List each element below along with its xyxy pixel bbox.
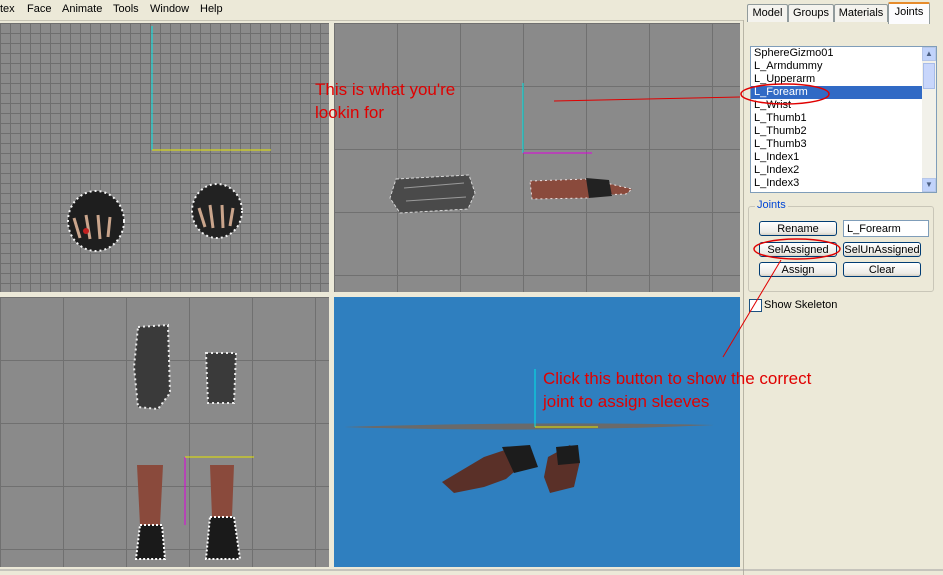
sel-assigned-button[interactable]: SelAssigned bbox=[759, 242, 837, 257]
viewport-perspective[interactable] bbox=[334, 297, 740, 567]
show-skeleton-label: Show Skeleton bbox=[764, 299, 838, 311]
viewport-side[interactable] bbox=[0, 297, 329, 567]
list-item[interactable]: L_Index3 bbox=[751, 177, 936, 190]
menu-help[interactable]: Help bbox=[200, 3, 223, 15]
tab-joints[interactable]: Joints bbox=[888, 2, 930, 24]
list-item[interactable]: L_Index2 bbox=[751, 164, 936, 177]
annotation-text-forearm-2: lookin for bbox=[315, 103, 384, 122]
joint-name-input[interactable] bbox=[843, 220, 929, 237]
annotation-text-button-1: Click this button to show the correct bbox=[543, 369, 812, 388]
menu-window[interactable]: Window bbox=[150, 3, 189, 15]
list-item[interactable]: L_Wrist bbox=[751, 99, 936, 112]
assign-button[interactable]: Assign bbox=[759, 262, 837, 277]
mesh-hand-left bbox=[67, 190, 125, 252]
tab-groups[interactable]: Groups bbox=[788, 4, 834, 22]
viewport-top[interactable] bbox=[0, 23, 329, 292]
scroll-thumb[interactable] bbox=[923, 63, 935, 89]
joints-listbox[interactable]: SphereGizmo01 L_Armdummy L_Upperarm L_Fo… bbox=[750, 46, 937, 193]
menu-tools[interactable]: Tools bbox=[113, 3, 139, 15]
annotation-text-button-2: joint to assign sleeves bbox=[543, 392, 710, 411]
annotation-text-forearm-1: This is what you're bbox=[315, 80, 456, 99]
top-view-scene bbox=[67, 26, 271, 252]
viewport-front[interactable] bbox=[334, 23, 740, 292]
list-item[interactable]: L_Upperarm bbox=[751, 73, 936, 86]
list-item[interactable]: L_Index1 bbox=[751, 151, 936, 164]
list-item[interactable]: SphereGizmo01 bbox=[751, 47, 936, 60]
tab-model[interactable]: Model bbox=[747, 4, 788, 22]
scroll-up-icon[interactable]: ▲ bbox=[922, 47, 936, 61]
menu-face[interactable]: Face bbox=[27, 3, 51, 15]
scroll-down-icon[interactable]: ▼ bbox=[922, 178, 936, 192]
clear-button[interactable]: Clear bbox=[843, 262, 921, 277]
menu-animate[interactable]: Animate bbox=[62, 3, 102, 15]
side-view-scene bbox=[132, 323, 254, 560]
show-skeleton-checkbox[interactable] bbox=[749, 299, 762, 312]
mesh-hand-right bbox=[191, 183, 243, 239]
list-item[interactable]: L_Thumb2 bbox=[751, 125, 936, 138]
front-view-scene bbox=[389, 83, 634, 214]
list-item-selected[interactable]: L_Forearm bbox=[751, 86, 936, 99]
list-item[interactable]: L_Thumb1 bbox=[751, 112, 936, 125]
sel-unassigned-button[interactable]: SelUnAssigned bbox=[843, 242, 921, 257]
perspective-view-scene bbox=[344, 369, 714, 493]
list-scrollbar[interactable]: ▲ ▼ bbox=[922, 47, 936, 192]
tab-materials[interactable]: Materials bbox=[834, 4, 888, 22]
list-item[interactable]: L_Thumb3 bbox=[751, 138, 936, 151]
rename-button[interactable]: Rename bbox=[759, 221, 837, 236]
menu-vertex[interactable]: tex bbox=[0, 3, 15, 15]
joints-group-label: Joints bbox=[755, 199, 788, 211]
list-item[interactable]: L_Armdummy bbox=[751, 60, 936, 73]
